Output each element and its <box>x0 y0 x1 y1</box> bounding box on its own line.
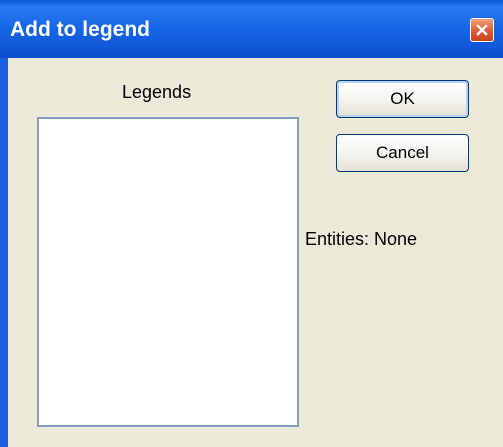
window-title: Add to legend <box>10 18 150 41</box>
entities-text: Entities: None <box>305 229 418 249</box>
title-bar: Add to legend <box>0 0 503 58</box>
window-left-border <box>0 58 8 447</box>
legends-list[interactable] <box>37 117 299 427</box>
close-icon <box>476 24 488 36</box>
ok-button[interactable]: OK <box>336 80 469 118</box>
close-button[interactable] <box>470 18 494 42</box>
cancel-button[interactable]: Cancel <box>336 134 469 172</box>
add-to-legend-dialog: Add to legend Legends OK Cancel Entities… <box>0 0 503 447</box>
legends-label: Legends <box>122 82 192 102</box>
